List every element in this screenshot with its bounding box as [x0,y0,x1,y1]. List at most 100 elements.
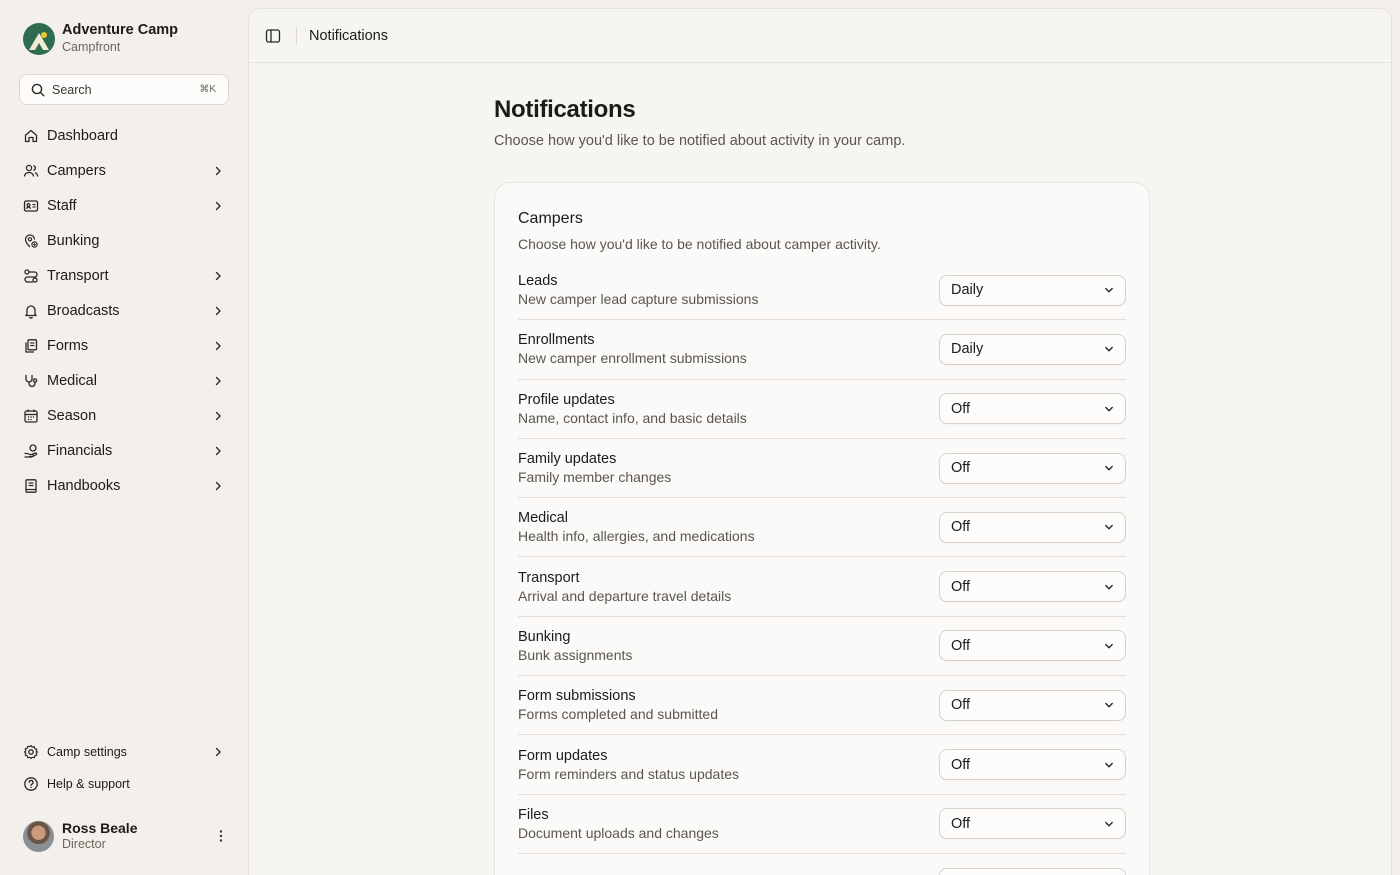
card-subtitle: Choose how you'd like to be notified abo… [518,236,881,252]
select-value: Daily [951,282,984,299]
chevron-down-icon [1103,581,1115,593]
setting-description: Form reminders and status updates [518,765,739,782]
frequency-select[interactable]: Off [939,571,1126,603]
calendar-icon [23,408,39,424]
setting-label: Transport [518,569,580,586]
frequency-select[interactable]: Off [939,808,1126,840]
setting-description: Document uploads and changes [518,824,719,841]
sidebar-item-staff[interactable]: Staff [16,188,232,223]
select-value: Off [951,578,971,595]
chevron-right-icon [212,445,224,457]
sidebar-item-camp-settings[interactable]: Camp settings [16,736,232,768]
setting-row-form-submissions: Form submissions Forms completed and subm… [518,676,1126,736]
gear-icon [23,744,39,760]
select-value: Daily [951,341,984,358]
topbar-divider [296,27,297,44]
frequency-select[interactable]: Off [939,630,1126,662]
chevron-right-icon [212,200,224,212]
more-vertical-icon[interactable] [213,828,229,844]
setting-description: New camper enrollment submissions [518,350,747,367]
setting-label: Leads [518,273,558,290]
select-value: Off [951,400,971,417]
chevron-right-icon [212,410,224,422]
frequency-select[interactable]: Off [939,749,1126,781]
sidebar-item-label: Campers [47,162,106,179]
chevron-down-icon [1103,403,1115,415]
setting-description: Family member changes [518,469,672,486]
frequency-select[interactable]: Off [939,689,1126,721]
campers-settings-card: Campers Choose how you'd like to be noti… [494,182,1150,875]
route-icon [23,268,39,284]
chevron-down-icon [1103,640,1115,652]
sidebar-item-label: Staff [47,197,77,214]
search-placeholder: Search [52,82,92,97]
avatar [23,820,54,852]
frequency-select[interactable]: Daily [939,274,1126,306]
chevron-down-icon [1103,284,1115,296]
settings-list: Leads New camper lead capture submissions… [518,261,1126,875]
frequency-select[interactable]: Daily [939,333,1126,365]
chevron-right-icon [212,305,224,317]
sidebar-item-label: Transport [47,267,109,284]
main-nav: Dashboard Campers Staff Bunking Transport Bro… [16,118,232,503]
card-title: Campers [518,210,583,227]
id-card-icon [23,198,39,214]
home-icon [23,128,39,144]
setting-row-leads: Leads New camper lead capture submissions… [518,261,1126,321]
setting-row-form-updates: Form updates Form reminders and status up… [518,735,1126,795]
sidebar-item-label: Handbooks [47,477,121,494]
sidebar-item-bunking[interactable]: Bunking [16,223,232,258]
secondary-nav: Camp settings Help & support [16,736,232,800]
setting-label: Files [518,806,549,823]
sidebar-item-label: Season [47,407,97,424]
select-value: Off [951,460,971,477]
forms-icon [23,338,39,354]
sidebar-item-forms[interactable]: Forms [16,328,232,363]
content: Notifications Choose how you'd like to b… [494,95,1150,875]
camp-logo [23,22,55,55]
user-menu[interactable]: Ross Beale Director [23,820,229,852]
setting-label: Form submissions [518,688,636,705]
select-value: Off [951,637,971,654]
setting-description: Health info, allergies, and medications [518,528,755,545]
sidebar-item-label: Broadcasts [47,302,120,319]
sidebar-item-transport[interactable]: Transport [16,258,232,293]
select-value: Off [951,756,971,773]
setting-label: Form updates [518,747,608,764]
select-value: Off [951,815,971,832]
sidebar-item-campers[interactable]: Campers [16,153,232,188]
setting-row-billing: Billing [518,854,1126,875]
sidebar-item-handbooks[interactable]: Handbooks [16,468,232,503]
sidebar-item-medical[interactable]: Medical [16,363,232,398]
setting-row-profile-updates: Profile updates Name, contact info, and b… [518,380,1126,439]
setting-label: Profile updates [518,391,615,408]
setting-label: Family updates [518,451,617,468]
bunk-icon [23,233,39,249]
org-subtitle: Campfront [62,40,121,54]
org-switcher[interactable]: Adventure Camp Campfront [23,22,178,55]
sidebar-item-financials[interactable]: Financials [16,433,232,468]
help-icon [23,776,39,792]
setting-label: Bunking [518,628,571,645]
chevron-right-icon [212,340,224,352]
setting-description: Forms completed and submitted [518,706,718,723]
sidebar-item-label: Camp settings [47,745,127,759]
frequency-select[interactable]: Off [939,452,1126,484]
sidebar-item-label: Bunking [47,232,100,249]
users-icon [23,163,39,179]
setting-row-family-updates: Family updates Family member changes Off [518,439,1126,499]
frequency-select[interactable] [939,867,1126,875]
setting-row-transport: Transport Arrival and departure travel de… [518,557,1126,617]
search-shortcut: ⌘K [199,84,216,95]
user-role: Director [62,837,106,851]
search-input[interactable]: Search ⌘K [19,74,229,105]
frequency-select[interactable]: Off [939,393,1126,425]
sidebar-item-season[interactable]: Season [16,398,232,433]
sidebar-item-broadcasts[interactable]: Broadcasts [16,293,232,328]
user-name: Ross Beale [62,820,138,836]
sidebar-toggle-icon[interactable] [265,28,281,44]
setting-description: Arrival and departure travel details [518,587,732,604]
sidebar-item-help-support[interactable]: Help & support [16,768,232,800]
sidebar-item-dashboard[interactable]: Dashboard [16,118,232,153]
frequency-select[interactable]: Off [939,511,1126,543]
